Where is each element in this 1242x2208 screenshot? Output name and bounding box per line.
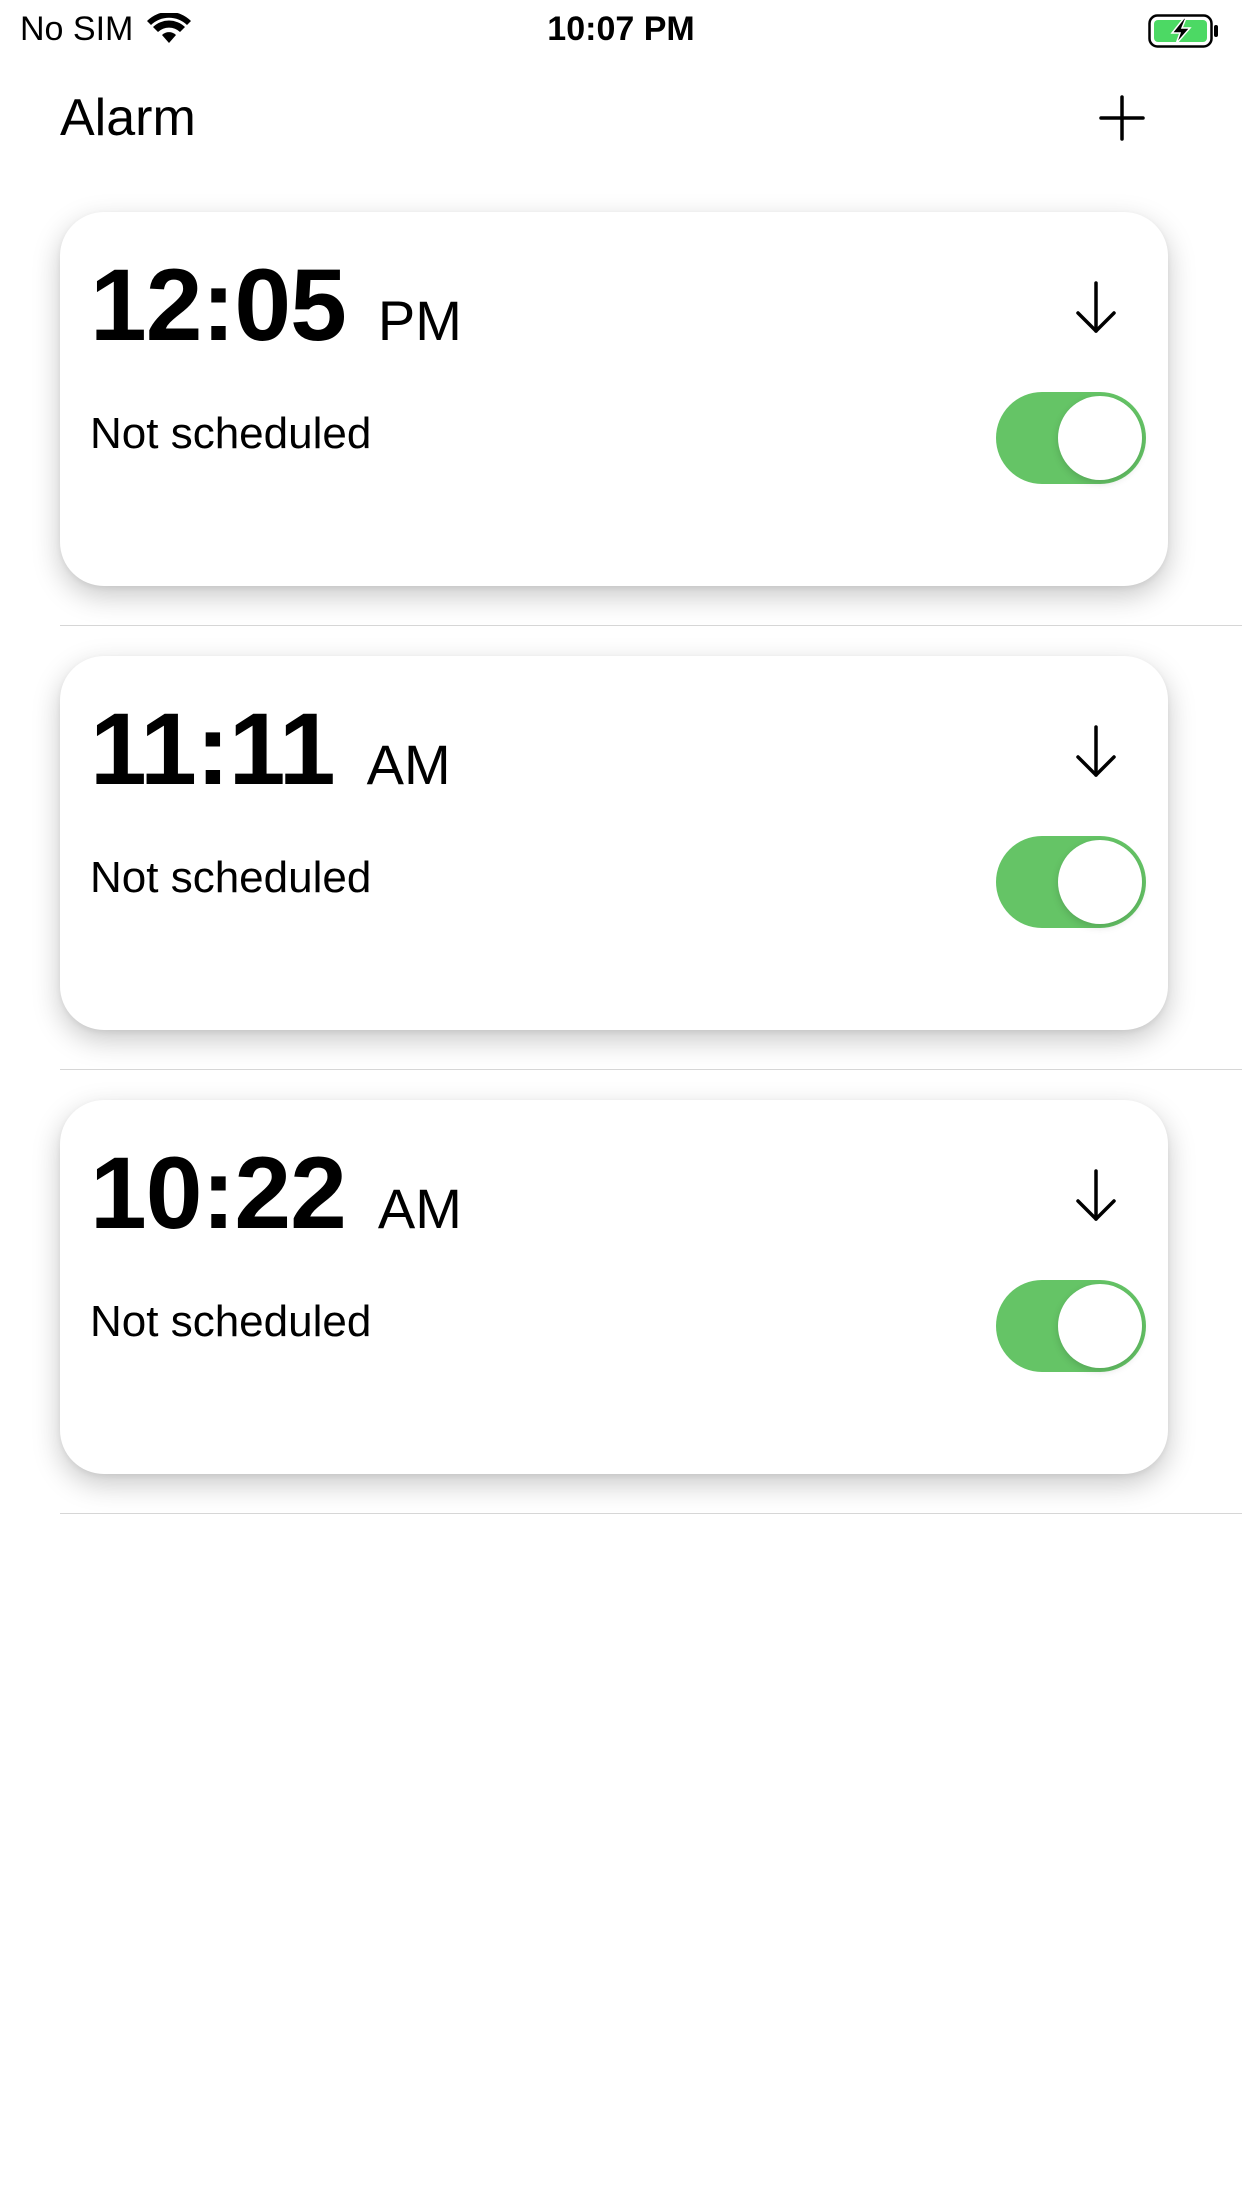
toggle-knob: [1058, 840, 1142, 924]
alarm-period: AM: [366, 733, 451, 796]
row-separator: [60, 1513, 1242, 1514]
alarm-row: 12:05 PM Not scheduled: [0, 182, 1242, 626]
plus-icon: [1099, 95, 1145, 141]
alarm-schedule-label: Not scheduled: [90, 1297, 372, 1346]
alarm-row: 10:22 AM Not scheduled: [0, 1070, 1242, 1514]
alarm-row: 11:11 AM Not scheduled: [0, 626, 1242, 1070]
alarm-card[interactable]: 10:22 AM Not scheduled: [60, 1100, 1168, 1474]
alarm-card[interactable]: 11:11 AM Not scheduled: [60, 656, 1168, 1030]
add-alarm-button[interactable]: [1092, 88, 1152, 148]
alarm-period: AM: [377, 1177, 462, 1240]
battery-charging-icon: [1148, 14, 1218, 48]
alarm-toggle[interactable]: [996, 836, 1146, 928]
alarm-schedule-label: Not scheduled: [90, 853, 372, 902]
battery-indicator: [1148, 14, 1220, 48]
alarm-schedule-label: Not scheduled: [90, 409, 372, 458]
alarm-time: 12:05: [90, 248, 347, 362]
expand-button[interactable]: [1064, 1164, 1128, 1228]
alarm-card[interactable]: 12:05 PM Not scheduled: [60, 212, 1168, 586]
status-time: 10:07 PM: [547, 10, 695, 48]
alarm-period: PM: [377, 289, 462, 352]
toggle-knob: [1058, 396, 1142, 480]
page-title: Alarm: [60, 89, 196, 147]
status-bar: No SIM 10:07 PM: [0, 0, 1242, 60]
expand-button[interactable]: [1064, 720, 1128, 784]
arrow-down-icon: [1076, 1169, 1116, 1221]
alarm-time: 10:22: [90, 1136, 347, 1250]
alarm-toggle[interactable]: [996, 1280, 1146, 1372]
arrow-down-icon: [1076, 725, 1116, 777]
alarm-time-line: 12:05 PM: [90, 250, 462, 360]
alarm-time: 11:11: [90, 692, 336, 806]
alarm-time-line: 11:11 AM: [90, 694, 451, 804]
alarm-toggle[interactable]: [996, 392, 1146, 484]
alarm-time-line: 10:22 AM: [90, 1138, 462, 1248]
arrow-down-icon: [1076, 281, 1116, 333]
toggle-knob: [1058, 1284, 1142, 1368]
expand-button[interactable]: [1064, 276, 1128, 340]
